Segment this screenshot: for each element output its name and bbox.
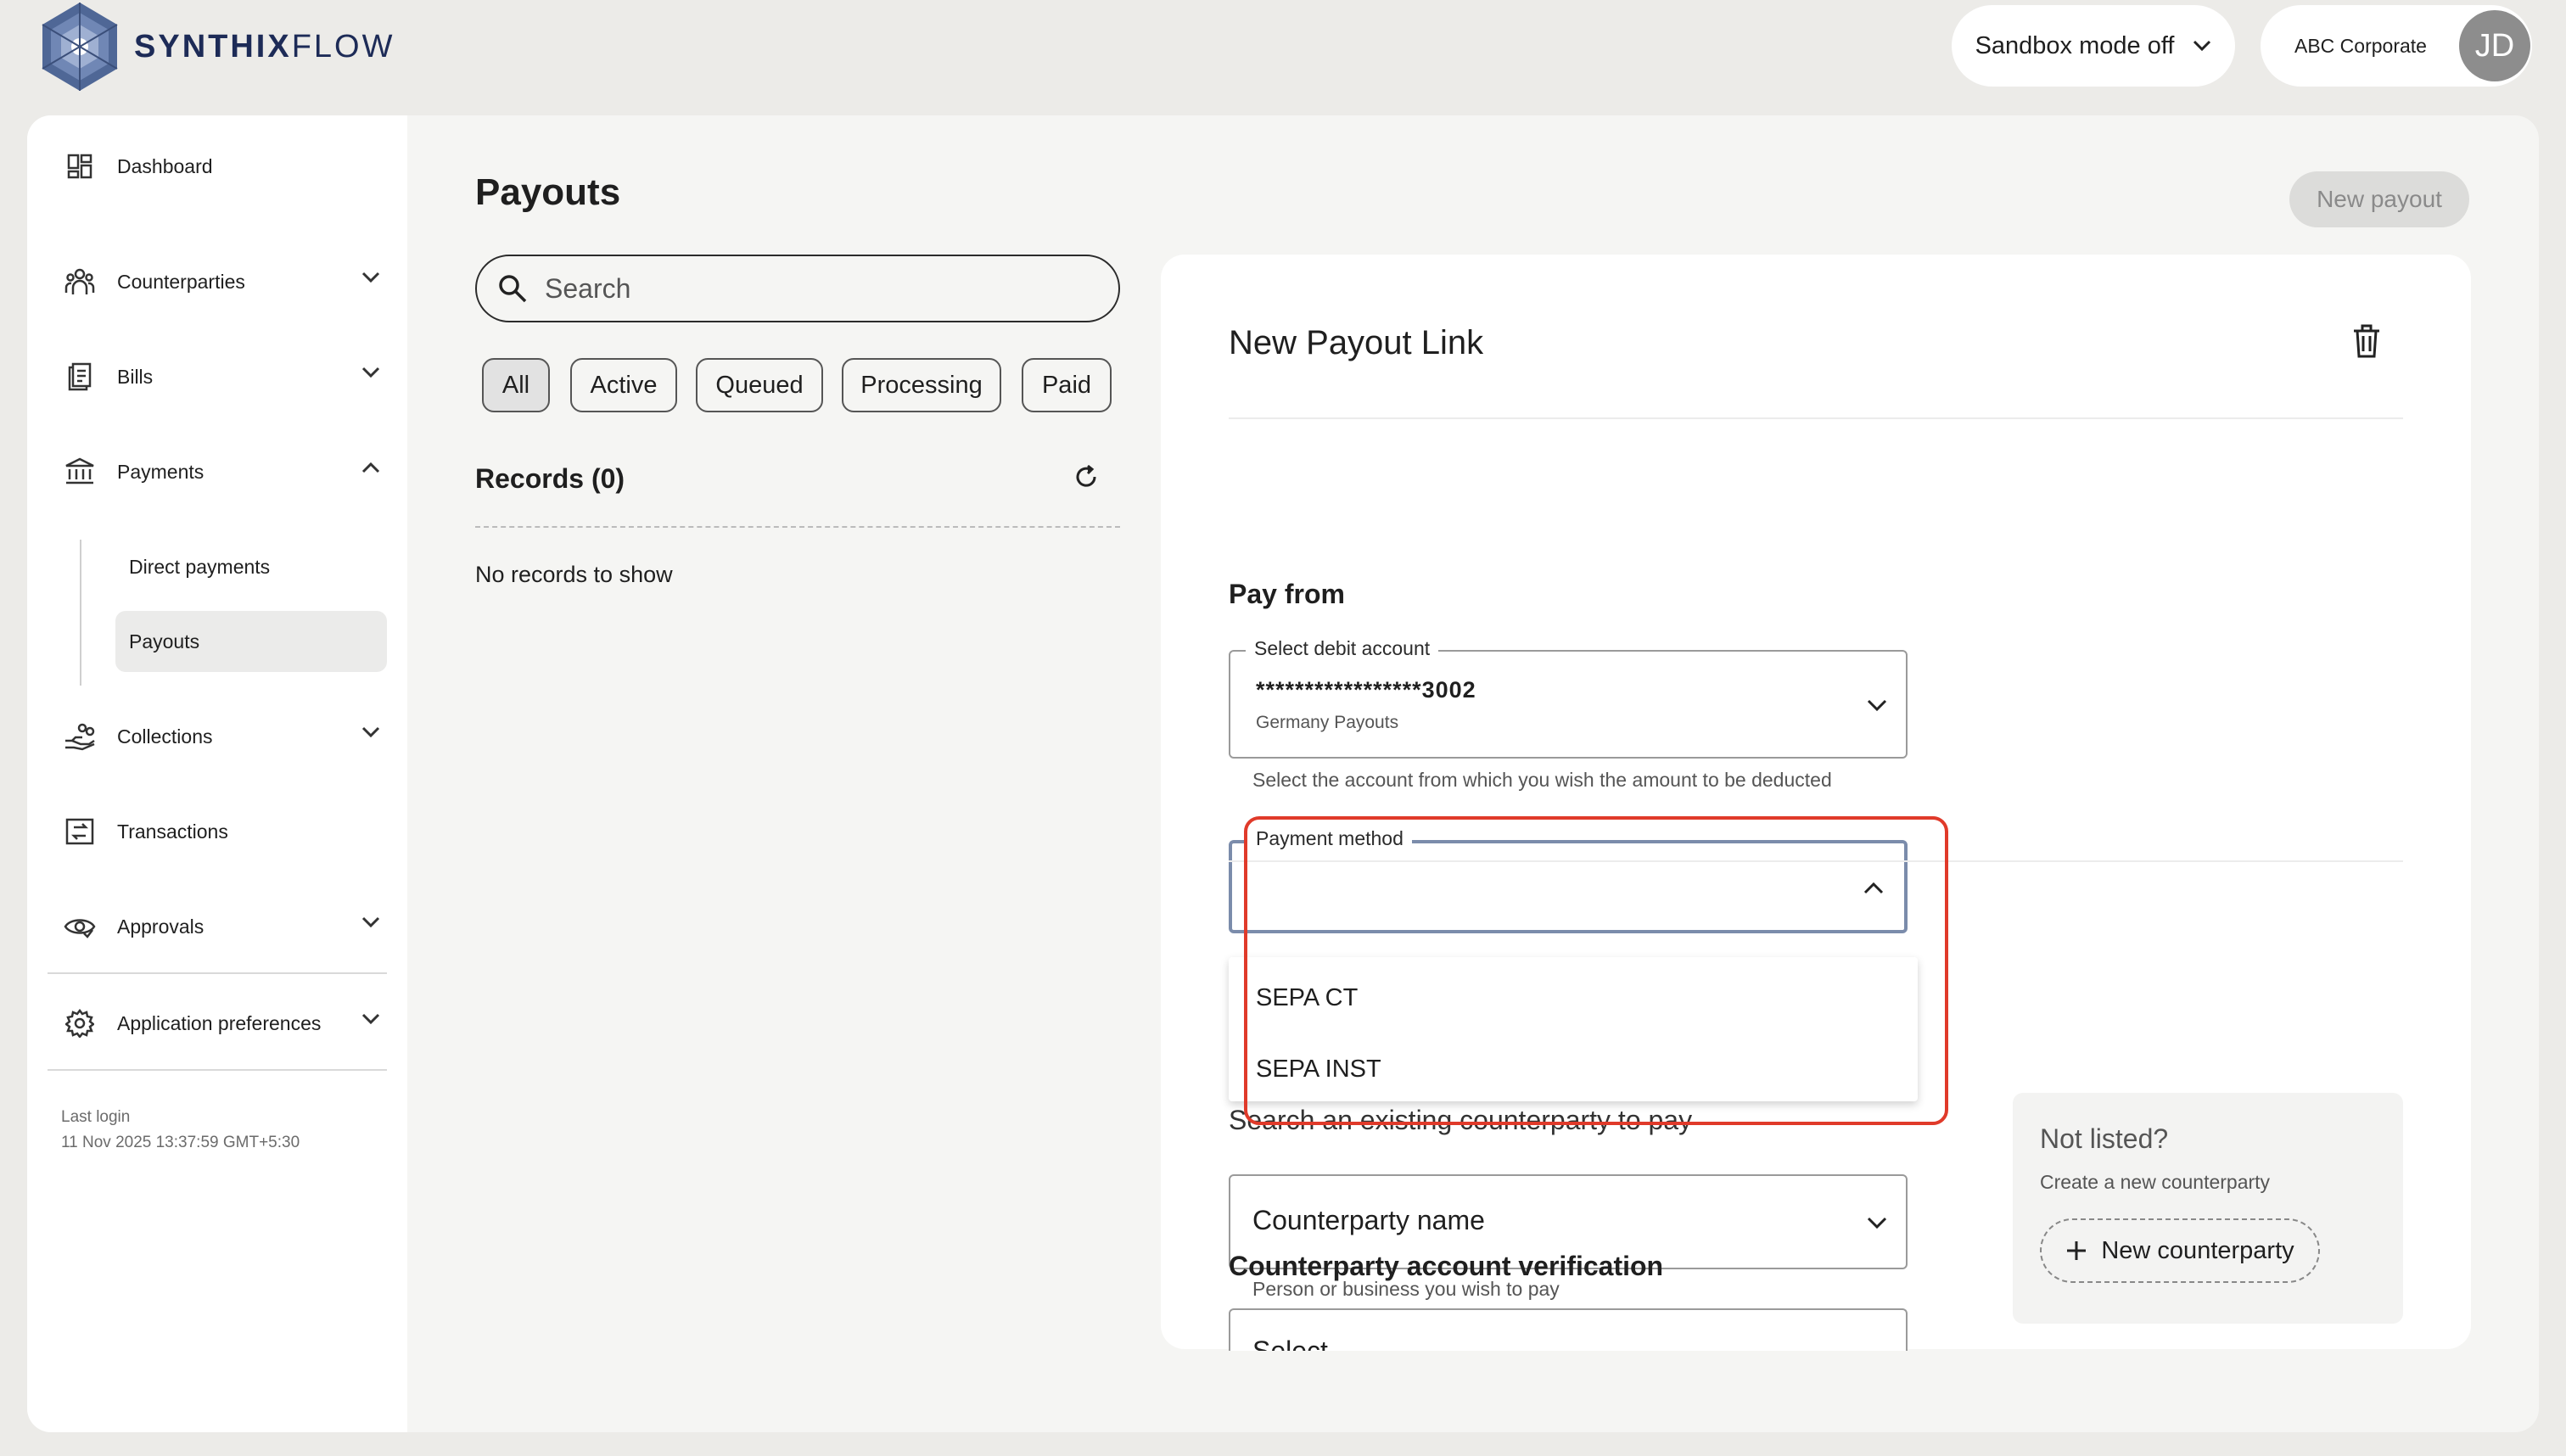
account-name: ABC Corporate <box>2294 34 2427 57</box>
new-payout-button[interactable]: New payout <box>2289 171 2469 227</box>
debit-account-name: Germany Payouts <box>1256 713 1399 732</box>
sidebar: Dashboard Counterparties Bills Payments … <box>27 115 407 1432</box>
new-payout-card: New Payout Link Pay from Select debit ac… <box>1161 255 2471 1349</box>
logo-mark-icon <box>42 3 118 91</box>
highlight-annotation <box>1244 816 1948 1125</box>
sidebar-divider <box>48 1069 387 1071</box>
filter-chip-processing[interactable]: Processing <box>842 358 1001 412</box>
sidebar-item-label: Dashboard <box>117 154 213 177</box>
bank-icon <box>61 453 98 490</box>
account-switcher[interactable]: ABC Corporate JD <box>2261 5 2532 87</box>
plus-icon <box>2067 1241 2087 1260</box>
sidebar-subitem-payouts[interactable]: Payouts <box>115 611 387 672</box>
sidebar-divider <box>48 972 387 974</box>
pay-from-title: Pay from <box>1229 579 1345 609</box>
sidebar-item-counterparties[interactable]: Counterparties <box>61 256 392 307</box>
filter-chip-queued[interactable]: Queued <box>696 358 823 412</box>
card-bottom-mask <box>1161 1351 2471 1432</box>
debit-account-legend: Select debit account <box>1246 637 1439 660</box>
refresh-icon[interactable] <box>1073 463 1100 490</box>
chevron-down-icon <box>361 367 380 378</box>
new-counterparty-label: New counterparty <box>2101 1236 2294 1264</box>
search-icon <box>499 275 527 303</box>
chevron-down-icon <box>2193 40 2211 52</box>
hand-coins-icon <box>61 718 98 755</box>
sidebar-item-payments[interactable]: Payments <box>61 446 392 497</box>
sidebar-item-transactions[interactable]: Transactions <box>61 806 392 857</box>
filter-chip-paid[interactable]: Paid <box>1022 358 1112 412</box>
chevron-down-icon <box>1867 1217 1887 1229</box>
empty-state-text: No records to show <box>475 562 673 587</box>
sandbox-mode-dropdown[interactable]: Sandbox mode off <box>1952 5 2235 87</box>
last-login: Last login 11 Nov 2025 13:37:59 GMT+5:30 <box>61 1105 300 1156</box>
card-title: New Payout Link <box>1229 324 1484 361</box>
sidebar-subitem-direct-payments[interactable]: Direct payments <box>115 536 414 597</box>
sidebar-item-bills[interactable]: Bills <box>61 351 392 402</box>
transfer-icon <box>61 813 98 850</box>
trash-icon[interactable] <box>2352 324 2381 358</box>
debit-account-select[interactable]: Select debit account *****************30… <box>1229 637 1908 759</box>
not-listed-subtitle: Create a new counterparty <box>2040 1171 2271 1193</box>
last-login-label: Last login <box>61 1108 131 1126</box>
search-placeholder: Search <box>545 272 631 304</box>
sidebar-item-label: Counterparties <box>117 270 245 293</box>
debit-account-helper: Select the account from which you wish t… <box>1252 769 1832 791</box>
avatar[interactable]: JD <box>2458 10 2530 81</box>
verification-select[interactable]: Select <box>1229 1308 1908 1351</box>
gear-icon <box>61 1005 98 1042</box>
not-listed-title: Not listed? <box>2040 1123 2169 1154</box>
counterparty-placeholder: Counterparty name <box>1252 1205 1485 1235</box>
sidebar-item-label: Application preferences <box>117 1011 322 1034</box>
page-title: Payouts <box>475 171 621 213</box>
card-divider <box>1229 417 2403 419</box>
records-divider <box>475 526 1120 528</box>
records-count: Records (0) <box>475 463 625 494</box>
sidebar-item-label: Approvals <box>117 915 204 938</box>
chevron-down-icon <box>361 272 380 283</box>
chevron-up-icon <box>361 462 380 473</box>
app-logo[interactable]: SYNTHIXFLOW <box>37 0 395 93</box>
sidebar-item-label: Bills <box>117 365 154 388</box>
chevron-down-icon <box>361 1013 380 1025</box>
chevron-down-icon <box>1867 699 1887 712</box>
debit-account-number: *****************3002 <box>1256 677 1476 703</box>
sandbox-label: Sandbox mode off <box>1975 31 2175 59</box>
people-icon <box>61 263 98 300</box>
verification-placeholder: Select <box>1252 1336 1328 1351</box>
sidebar-item-application-preferences[interactable]: Application preferences <box>61 998 392 1049</box>
logo-text: SYNTHIXFLOW <box>134 28 395 64</box>
chevron-down-icon <box>361 726 380 738</box>
eye-icon <box>61 908 98 945</box>
dashboard-icon <box>61 148 98 185</box>
sidebar-item-dashboard[interactable]: Dashboard <box>61 141 392 192</box>
bill-icon <box>61 358 98 395</box>
not-listed-panel: Not listed? Create a new counterparty Ne… <box>2013 1093 2403 1324</box>
filter-chip-all[interactable]: All <box>482 358 550 412</box>
submenu-guide-line <box>80 540 81 686</box>
new-counterparty-button[interactable]: New counterparty <box>2040 1218 2320 1283</box>
chevron-down-icon <box>361 916 380 928</box>
sidebar-item-label: Payments <box>117 460 204 483</box>
sidebar-item-approvals[interactable]: Approvals <box>61 901 392 952</box>
last-login-value: 11 Nov 2025 13:37:59 GMT+5:30 <box>61 1134 300 1151</box>
search-input[interactable]: Search <box>475 255 1120 322</box>
main-shell: Dashboard Counterparties Bills Payments … <box>27 115 2539 1432</box>
filter-chip-active[interactable]: Active <box>570 358 677 412</box>
sidebar-item-label: Transactions <box>117 820 228 843</box>
sidebar-item-label: Collections <box>117 725 213 748</box>
verification-title: Counterparty account verification <box>1229 1251 1664 1281</box>
sidebar-item-collections[interactable]: Collections <box>61 711 392 762</box>
